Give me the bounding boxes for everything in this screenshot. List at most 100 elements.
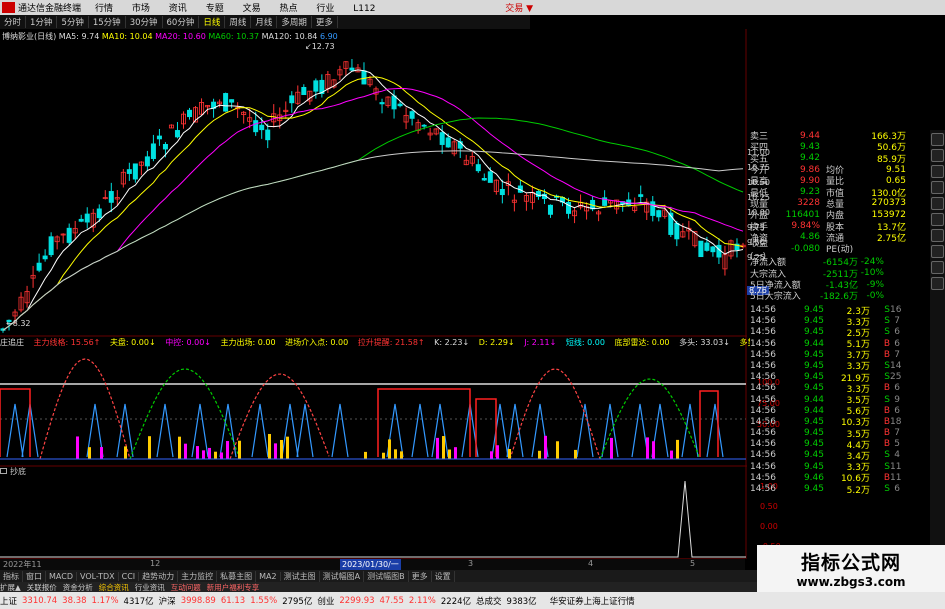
- candle-body: [289, 95, 295, 104]
- tab[interactable]: 更多: [409, 570, 432, 582]
- index-name[interactable]: 沪深: [159, 595, 176, 607]
- kline-chart[interactable]: [0, 29, 747, 559]
- trade-menu[interactable]: 交易 ▼: [505, 1, 533, 14]
- quote-fields: 卖三 9.44 166.3万 买四 9.43 50.6万 买五 9.42 85.9万 今开 9.86…: [750, 130, 930, 262]
- tool-icon[interactable]: [931, 133, 944, 146]
- ext-tab[interactable]: 综合资讯: [99, 582, 129, 593]
- tool-icon[interactable]: [931, 229, 944, 242]
- period-tab[interactable]: 60分钟: [163, 16, 200, 28]
- tick-count: 7: [894, 316, 900, 327]
- period-tab[interactable]: 分时: [0, 16, 27, 28]
- tool-icon[interactable]: [931, 149, 944, 162]
- tab[interactable]: 窗口: [23, 570, 46, 582]
- menu-item[interactable]: 热点: [279, 4, 297, 14]
- tab[interactable]: 私募主图: [217, 570, 257, 582]
- tick-price: 9.44: [803, 405, 824, 416]
- ext-tab[interactable]: 资金分析: [63, 582, 93, 593]
- tab[interactable]: 测试幅图B: [364, 570, 409, 582]
- quote-value: 270373: [871, 198, 906, 209]
- tab[interactable]: VOL-TDX: [77, 571, 119, 581]
- tab[interactable]: 测试幅图A: [320, 570, 365, 582]
- index-change: 61.13: [220, 595, 246, 606]
- tool-icon[interactable]: [931, 245, 944, 258]
- wave-line: [39, 358, 131, 460]
- tick-time: 14:56: [750, 484, 776, 495]
- tick-price: 9.46: [803, 472, 824, 483]
- period-tab[interactable]: 月线: [251, 16, 278, 28]
- index-name[interactable]: 创业: [317, 595, 334, 607]
- signal-triangle: [156, 403, 174, 458]
- tick-count: 5: [894, 439, 900, 450]
- broker-info: 华安证券上海上证行情: [549, 596, 635, 607]
- tool-icon[interactable]: [931, 181, 944, 194]
- tab[interactable]: MA2: [256, 571, 281, 581]
- candle-body: [108, 191, 114, 203]
- flow-value: -182.6万: [819, 292, 858, 303]
- tab[interactable]: CCI: [119, 571, 140, 581]
- tick-count: 25: [890, 372, 902, 383]
- period-tab[interactable]: 多周期: [277, 16, 312, 28]
- low-marker: ←8.32: [6, 319, 31, 328]
- tool-icon[interactable]: [931, 277, 944, 290]
- tick-list[interactable]: 14:56 9.45 2.3万 S 16 14:56 9.45 3.3万 S 7 14:56 9.45…: [750, 304, 930, 496]
- period-tab[interactable]: 1分钟: [26, 16, 58, 28]
- candle-body: [126, 169, 132, 174]
- tab[interactable]: 主力监控: [178, 570, 218, 582]
- menu-item[interactable]: 资讯: [169, 4, 187, 14]
- tick-time: 14:56: [750, 394, 776, 405]
- tick-time: 14:56: [750, 405, 776, 416]
- ext-tab[interactable]: 新用户福利专享: [207, 582, 260, 593]
- candle-body: [187, 109, 193, 118]
- ma5-label: MA5: 9.74: [58, 32, 100, 41]
- menu-item[interactable]: 文易: [243, 4, 261, 14]
- period-tab[interactable]: 周线: [225, 16, 252, 28]
- signal-triangle: [681, 403, 699, 458]
- tick-time: 14:56: [750, 338, 776, 349]
- volume-bar: [490, 451, 493, 459]
- indicator-name[interactable]: 庄追庄: [0, 338, 24, 347]
- ext-tab[interactable]: 行业资讯: [135, 582, 165, 593]
- menu-item[interactable]: 市场: [132, 4, 150, 14]
- x-tick: 2022年11: [3, 560, 42, 569]
- tab[interactable]: 测试主图: [281, 570, 320, 582]
- tool-icon[interactable]: [931, 213, 944, 226]
- menu-item[interactable]: 行情: [95, 4, 113, 14]
- high-marker: ↙12.73: [305, 42, 335, 51]
- candle-body: [499, 188, 505, 196]
- tool-icon[interactable]: [931, 165, 944, 178]
- volume-bar: [676, 439, 679, 459]
- tab[interactable]: 设置: [432, 570, 455, 582]
- volume-bar: [208, 447, 211, 459]
- candle-body: [132, 163, 138, 180]
- index-name[interactable]: 上证: [0, 595, 17, 607]
- ext-tab[interactable]: 关联报价: [27, 582, 57, 593]
- tab[interactable]: 趋势动力: [139, 570, 179, 582]
- tab[interactable]: 指标: [0, 570, 23, 582]
- index-pct: 2.11%: [408, 595, 436, 606]
- candle-body: [96, 208, 102, 219]
- volume-bar: [124, 446, 127, 459]
- period-tab[interactable]: 5分钟: [57, 16, 89, 28]
- quote-row: 收益(一) -0.080 PE(动): [750, 239, 930, 262]
- ext-tab[interactable]: 扩展▲: [0, 582, 21, 593]
- tick-side: B: [883, 472, 890, 483]
- menu-item[interactable]: L112: [353, 4, 375, 14]
- ext-tab[interactable]: 互动问题: [171, 582, 201, 593]
- volume-bar: [214, 451, 217, 459]
- period-tab[interactable]: 更多: [312, 16, 338, 28]
- volume-bar: [148, 436, 151, 459]
- tab[interactable]: MACD: [46, 571, 77, 581]
- indicator-panel: [0, 358, 746, 460]
- menu-item[interactable]: 专题: [206, 4, 224, 14]
- tick-side: S: [884, 484, 890, 495]
- quote-value: 0.65: [885, 175, 906, 186]
- ma-line: [2, 150, 744, 331]
- tool-icon[interactable]: [931, 197, 944, 210]
- tool-icon[interactable]: [931, 261, 944, 274]
- period-tab[interactable]: 30分钟: [126, 16, 163, 28]
- candle-body: [229, 99, 235, 103]
- period-tab[interactable]: 15分钟: [89, 16, 126, 28]
- menu-item[interactable]: 行业: [316, 4, 334, 14]
- period-tab-active[interactable]: 日线: [199, 16, 226, 28]
- fund-flow: 净流入额 -6154万 -24% 大宗流入 -2511万 -10% 5日净流入额 -1.43亿…: [750, 256, 930, 303]
